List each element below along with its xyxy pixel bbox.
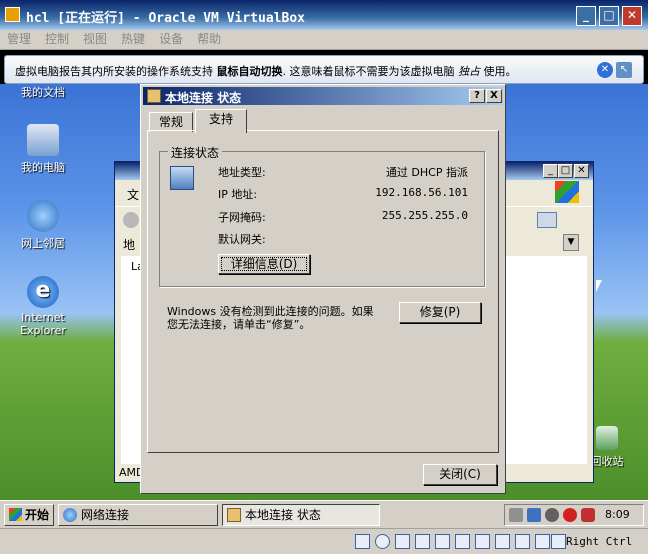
- taskbar-task-network-connections[interactable]: 网络连接: [58, 504, 218, 526]
- menu-hotkey[interactable]: 热键: [114, 30, 152, 49]
- repair-button[interactable]: 修复(P): [399, 302, 481, 323]
- tab-general[interactable]: 常规: [149, 112, 193, 132]
- vbox-menu-bar: 管理 控制 视图 热键 设备 帮助: [0, 30, 648, 50]
- repair-description-line-2: 您无法连接，请单击“修复”。: [167, 318, 311, 331]
- group-title: 连接状态: [168, 144, 223, 161]
- desktop-icon-my-documents[interactable]: 我的文档: [8, 84, 78, 100]
- explorer-minimize-button[interactable]: _: [543, 164, 558, 178]
- windows-logo-icon: [555, 181, 579, 203]
- network-connection-icon: [147, 89, 161, 103]
- network-status-icon: [170, 166, 194, 190]
- guest-taskbar: 开始 网络连接 本地连接 状态 8:09: [0, 500, 648, 528]
- menu-control[interactable]: 控制: [38, 30, 76, 49]
- virtualbox-icon: [5, 7, 20, 22]
- connection-status-group: 连接状态 地址类型: 通过 DHCP 指派 IP 地址: 192.168.56.…: [159, 144, 485, 287]
- close-button[interactable]: ✕: [622, 6, 642, 26]
- vbox-window-title: hcl [正在运行] - Oracle VM VirtualBox: [26, 11, 305, 26]
- explorer-maximize-button[interactable]: □: [558, 164, 573, 178]
- field-value-ip-address: 192.168.56.101: [375, 186, 468, 199]
- security-alert-icon[interactable]: [563, 508, 577, 522]
- field-value-address-type: 通过 DHCP 指派: [385, 166, 468, 179]
- host-key-arrow-icon[interactable]: [551, 534, 566, 549]
- virtualization-icon[interactable]: [515, 534, 530, 549]
- field-label-subnet-mask: 子网掩码:: [218, 211, 266, 224]
- keyboard-icon[interactable]: [509, 508, 523, 522]
- vbox-status-bar: Right Ctrl: [0, 528, 648, 554]
- details-button[interactable]: 详细信息(D): [218, 254, 310, 274]
- taskbar-task-connection-status[interactable]: 本地连接 状态: [222, 504, 380, 526]
- back-icon[interactable]: [123, 212, 139, 228]
- maximize-button[interactable]: □: [599, 6, 619, 26]
- computer-icon: [27, 124, 59, 156]
- audio-icon[interactable]: [395, 534, 410, 549]
- desktop-icon-network-places[interactable]: 网上邻居: [8, 200, 78, 251]
- network-adapter-icon[interactable]: [415, 534, 430, 549]
- help-button[interactable]: ?: [469, 89, 485, 103]
- menu-view[interactable]: 视图: [76, 30, 114, 49]
- network-connection-icon: [227, 508, 241, 522]
- usb-icon[interactable]: [435, 534, 450, 549]
- field-label-ip-address: IP 地址:: [218, 188, 258, 201]
- desktop-icon-internet-explorer[interactable]: e Internet Explorer: [8, 276, 78, 337]
- field-label-address-type: 地址类型:: [218, 166, 266, 179]
- task-label: 网络连接: [81, 508, 130, 522]
- tab-support[interactable]: 支持: [195, 109, 247, 133]
- menu-manage[interactable]: 管理: [0, 30, 38, 49]
- menu-help[interactable]: 帮助: [190, 30, 228, 49]
- shared-folder-icon[interactable]: [455, 534, 470, 549]
- network-tray-icon[interactable]: [527, 508, 541, 522]
- notification-text: 虚拟电脑报告其内所安装的操作系统支持 鼠标自动切换. 这意味着鼠标不需要为该虚拟…: [15, 65, 517, 78]
- optical-drive-icon[interactable]: [375, 534, 390, 549]
- start-label: 开始: [25, 508, 50, 522]
- field-value-subnet-mask: 255.255.255.0: [381, 209, 468, 222]
- host-key-label: Right Ctrl: [566, 535, 633, 548]
- address-dropdown-icon[interactable]: ▼: [563, 234, 579, 251]
- vbox-title-bar: hcl [正在运行] - Oracle VM VirtualBox _ □ ✕: [0, 0, 648, 30]
- start-button[interactable]: 开始: [4, 504, 54, 526]
- clock: 8:09: [605, 508, 630, 521]
- desktop-icon-label: 我的电脑: [21, 161, 65, 174]
- mouse-cursor-icon: [596, 280, 602, 292]
- system-tray: 8:09: [504, 504, 644, 526]
- mouse-integration-icon[interactable]: [535, 534, 550, 549]
- explorer-menu-file[interactable]: 文: [127, 186, 139, 203]
- desktop-icon-my-computer[interactable]: 我的电脑: [8, 124, 78, 175]
- recycle-bin-icon: [596, 426, 618, 450]
- connection-status-dialog: 本地连接 状态 ? X 常规 支持 连接状态 地址类型: 通过 DHCP 指派 …: [140, 84, 506, 494]
- display-icon[interactable]: [475, 534, 490, 549]
- hard-disk-icon[interactable]: [355, 534, 370, 549]
- address-label: 地: [123, 238, 136, 252]
- windows-flag-icon: [9, 508, 22, 521]
- network-icon: [27, 200, 59, 232]
- views-icon[interactable]: [537, 212, 557, 228]
- dialog-close-button[interactable]: X: [486, 89, 502, 103]
- desktop-icon-label: 网上邻居: [21, 237, 65, 250]
- internet-explorer-icon: e: [27, 276, 59, 308]
- dialog-title: 本地连接 状态: [165, 91, 242, 105]
- field-label-default-gateway: 默认网关:: [218, 233, 266, 246]
- volume-icon[interactable]: [545, 508, 559, 522]
- network-connections-icon: [63, 508, 77, 522]
- mouse-integration-notification: 虚拟电脑报告其内所安装的操作系统支持 鼠标自动切换. 这意味着鼠标不需要为该虚拟…: [4, 55, 644, 84]
- minimize-button[interactable]: _: [576, 6, 596, 26]
- notification-close-icon[interactable]: ✕: [597, 62, 613, 78]
- menu-devices[interactable]: 设备: [152, 30, 190, 49]
- desktop-icon-label: Internet Explorer: [20, 311, 66, 337]
- explorer-close-button[interactable]: ✕: [574, 164, 589, 178]
- mouse-pointer-icon[interactable]: ↖: [616, 62, 632, 78]
- desktop-icon-label: 我的文档: [21, 86, 65, 99]
- dialog-close-footer-button[interactable]: 关闭(C): [423, 464, 497, 485]
- video-capture-icon[interactable]: [495, 534, 510, 549]
- task-label: 本地连接 状态: [245, 508, 321, 522]
- dialog-title-bar: 本地连接 状态 ? X: [143, 87, 503, 105]
- shield-icon[interactable]: [581, 508, 595, 522]
